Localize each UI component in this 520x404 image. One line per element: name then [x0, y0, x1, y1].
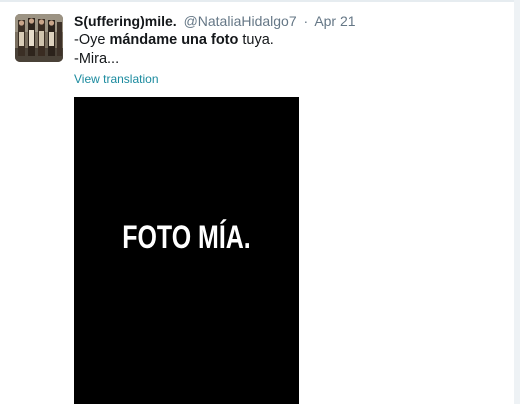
- media-caption: FOTO MÍA.: [122, 219, 251, 255]
- scroll-track[interactable]: [514, 0, 520, 404]
- display-name[interactable]: S(uffering)mile.: [74, 13, 177, 29]
- text-bold-fragment: una: [181, 32, 207, 48]
- tweet-card[interactable]: S(uffering)mile. @NataliaHidalgo7 · Apr …: [0, 0, 514, 404]
- text-bold-fragment: foto: [211, 32, 239, 48]
- avatar-image: [15, 14, 63, 62]
- tweet-text-line-2: -Mira...: [74, 51, 120, 67]
- avatar[interactable]: [15, 14, 63, 62]
- text-fragment: tuya.: [238, 32, 274, 48]
- tweet-page: S(uffering)mile. @NataliaHidalgo7 · Apr …: [0, 0, 520, 404]
- text-fragment: -Oye: [74, 32, 110, 48]
- view-translation-link[interactable]: View translation: [74, 72, 159, 87]
- user-handle[interactable]: @NataliaHidalgo7: [184, 13, 297, 29]
- tweet-header: S(uffering)mile. @NataliaHidalgo7 · Apr …: [74, 12, 356, 30]
- tweet-text-line-1: -Oye mándame una foto tuya.: [74, 31, 274, 50]
- tweet-text: -Oye mándame una foto tuya. -Mira...: [74, 31, 274, 69]
- tweet-media-image[interactable]: FOTO MÍA.: [74, 97, 299, 404]
- text-bold-fragment: mándame: [109, 32, 178, 48]
- separator-dot: ·: [303, 13, 309, 29]
- tweet-timestamp[interactable]: Apr 21: [314, 13, 355, 29]
